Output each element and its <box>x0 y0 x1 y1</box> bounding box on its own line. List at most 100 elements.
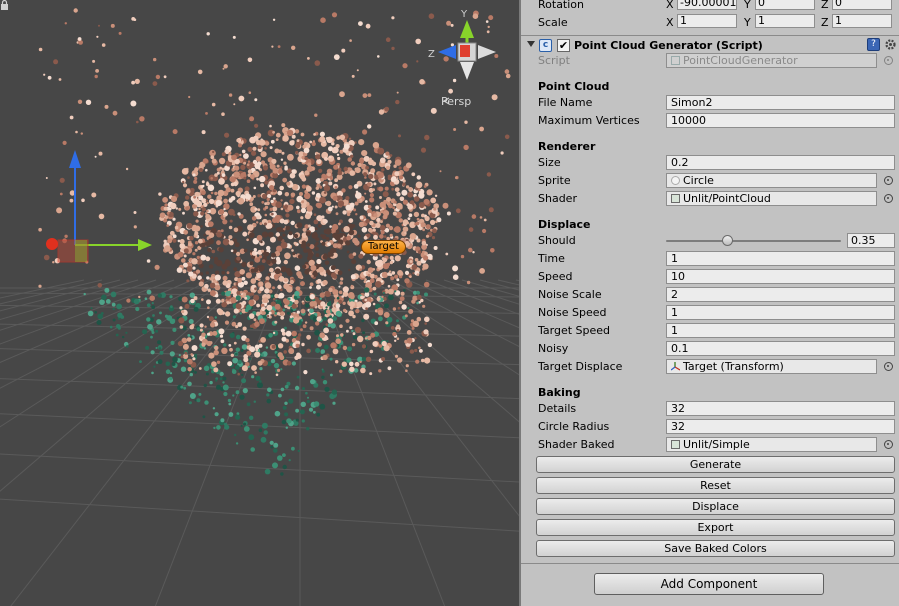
target-displace-label: Target Displace <box>538 360 623 373</box>
shader-label: Shader <box>538 192 577 205</box>
gizmo-x-arrow-icon[interactable] <box>138 239 152 251</box>
sprite-field[interactable]: Circle <box>666 173 877 188</box>
gear-icon[interactable] <box>883 37 898 52</box>
sprite-label: Sprite <box>538 174 571 187</box>
noise-scale-label: Noise Scale <box>538 288 602 301</box>
time-label: Time <box>538 252 565 265</box>
file-name-label: File Name <box>538 96 593 109</box>
speed-field[interactable]: 10 <box>666 269 895 284</box>
scale-x-field[interactable]: 1 <box>677 14 737 28</box>
transform-axes-icon <box>671 362 680 371</box>
should-row: Should 0.35 <box>521 232 899 250</box>
file-name-field[interactable]: Simon2 <box>666 95 895 110</box>
reset-button[interactable]: Reset <box>536 477 895 494</box>
noise-speed-row: Noise Speed 1 <box>521 304 899 322</box>
target-displace-row: Target Displace Target (Transform) <box>521 358 899 376</box>
noisy-label: Noisy <box>538 342 569 355</box>
script-label: Script <box>538 54 570 67</box>
orientation-y-cone-icon[interactable] <box>460 20 474 38</box>
rotation-label: Rotation <box>538 0 585 11</box>
rotation-z-field[interactable]: 0 <box>832 0 892 10</box>
target-speed-label: Target Speed <box>538 324 611 337</box>
should-slider-track[interactable] <box>666 240 841 242</box>
rotation-y-field[interactable]: 0 <box>755 0 815 10</box>
size-field[interactable]: 0.2 <box>666 155 895 170</box>
noise-speed-field[interactable]: 1 <box>666 305 895 320</box>
details-field[interactable]: 32 <box>666 401 895 416</box>
shader-field[interactable]: Unlit/PointCloud <box>666 191 877 206</box>
scale-row: Scale X1 Y1 Z1 <box>521 14 899 32</box>
noise-scale-row: Noise Scale 2 <box>521 286 899 304</box>
help-book-icon[interactable]: ? <box>867 38 880 51</box>
orientation-y-letter: Y <box>460 9 468 20</box>
sprite-picker-icon[interactable] <box>884 176 893 185</box>
shader-baked-label: Shader Baked <box>538 438 615 451</box>
script-field: PointCloudGenerator <box>666 53 877 68</box>
shader-baked-row: Shader Baked Unlit/Simple <box>521 436 899 454</box>
section-point-cloud: Point Cloud <box>538 80 610 93</box>
component-enabled-checkbox[interactable]: ✔ <box>557 39 570 52</box>
section-baking: Baking <box>538 386 581 399</box>
foldout-arrow-icon[interactable] <box>527 41 535 47</box>
add-component-area: Add Component <box>521 563 899 606</box>
save-baked-colors-button[interactable]: Save Baked Colors <box>536 540 895 557</box>
sprite-circle-icon <box>671 176 680 185</box>
scale-y-field[interactable]: 1 <box>755 14 815 28</box>
shader-row: Shader Unlit/PointCloud <box>521 190 899 208</box>
displace-button[interactable]: Displace <box>536 498 895 515</box>
script-picker-icon <box>884 56 893 65</box>
add-component-button[interactable]: Add Component <box>594 573 824 595</box>
target-displace-picker-icon[interactable] <box>884 362 893 371</box>
should-value-field[interactable]: 0.35 <box>847 233 895 248</box>
should-slider-thumb[interactable] <box>722 235 734 246</box>
shader-picker-icon[interactable] <box>884 194 893 203</box>
should-label: Should <box>538 234 576 247</box>
scale-z-field[interactable]: 1 <box>832 14 892 28</box>
generate-button[interactable]: Generate <box>536 456 895 473</box>
time-row: Time 1 <box>521 250 899 268</box>
point-cloud <box>38 8 511 476</box>
section-renderer: Renderer <box>538 140 596 153</box>
scale-label: Scale <box>538 16 568 29</box>
move-gizmo[interactable] <box>46 150 152 263</box>
target-displace-field[interactable]: Target (Transform) <box>666 359 877 374</box>
gizmo-z-handle-icon[interactable] <box>46 238 58 250</box>
shader-baked-asset-icon <box>671 440 680 449</box>
shader-asset-icon <box>671 194 680 203</box>
scene-view[interactable]: Y Z Persp Target <box>0 0 519 606</box>
rotation-row: Rotation X -90.00001 Y0 Z0 <box>521 0 899 14</box>
export-button[interactable]: Export <box>536 519 895 536</box>
max-vertices-field[interactable]: 10000 <box>666 113 895 128</box>
details-label: Details <box>538 402 577 415</box>
circle-radius-row: Circle Radius 32 <box>521 418 899 436</box>
script-asset-icon <box>671 56 680 65</box>
orientation-gizmo[interactable]: Y Z <box>428 9 496 80</box>
file-name-row: File Name Simon2 <box>521 94 899 112</box>
shader-baked-picker-icon[interactable] <box>884 440 893 449</box>
inspector-panel: Rotation X -90.00001 Y0 Z0 Scale X1 Y1 Z1… <box>519 0 899 606</box>
script-icon: c <box>539 39 552 52</box>
scene-grid <box>0 279 519 606</box>
gizmo-y-arrow-icon[interactable] <box>69 150 81 168</box>
speed-label: Speed <box>538 270 573 283</box>
sprite-row: Sprite Circle <box>521 172 899 190</box>
shader-baked-field[interactable]: Unlit/Simple <box>666 437 877 452</box>
target-speed-row: Target Speed 1 <box>521 322 899 340</box>
view-mode-label[interactable]: Persp <box>441 95 471 108</box>
component-title: Point Cloud Generator (Script) <box>574 39 763 52</box>
noisy-field[interactable]: 0.1 <box>666 341 895 356</box>
max-vertices-row: Maximum Vertices 10000 <box>521 112 899 130</box>
max-vertices-label: Maximum Vertices <box>538 114 640 127</box>
orientation-z-letter: Z <box>428 49 435 60</box>
target-speed-field[interactable]: 1 <box>666 323 895 338</box>
noise-speed-label: Noise Speed <box>538 306 607 319</box>
scene-canvas[interactable]: Y Z <box>0 0 519 606</box>
circle-radius-field[interactable]: 32 <box>666 419 895 434</box>
noise-scale-field[interactable]: 2 <box>666 287 895 302</box>
time-field[interactable]: 1 <box>666 251 895 266</box>
section-displace: Displace <box>538 218 591 231</box>
rotation-x-field[interactable]: -90.00001 <box>677 0 737 10</box>
lock-icon[interactable] <box>0 0 9 10</box>
target-object-label[interactable]: Target <box>361 240 406 254</box>
details-row: Details 32 <box>521 400 899 418</box>
